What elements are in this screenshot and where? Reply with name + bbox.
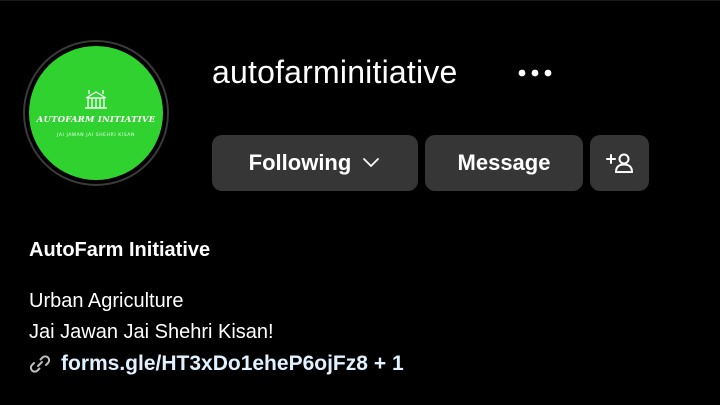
bio-link-row: forms.gle/HT3xDo1eheP6ojFz8 + 1 [29, 349, 404, 379]
message-button[interactable]: Message [425, 135, 583, 191]
avatar-logo-title: AUTOFARM INITIATIVE [36, 114, 156, 125]
profile-display-name: AutoFarm Initiative [29, 239, 211, 261]
more-options-button[interactable] [512, 58, 558, 88]
link-icon [29, 353, 51, 375]
avatar-logo-subtitle: JAI JAWAN JAI SHEHRI KISAN [57, 132, 135, 138]
bio-line: Urban Agriculture [29, 290, 184, 312]
chevron-down-icon [361, 157, 381, 169]
farm-building-icon [85, 89, 107, 109]
add-user-icon [605, 153, 633, 173]
more-horizontal-icon [518, 69, 552, 77]
bio-line: Jai Jawan Jai Shehri Kisan! [29, 321, 274, 343]
bio-link-more[interactable]: + 1 [374, 352, 404, 376]
bio-link[interactable]: forms.gle/HT3xDo1eheP6ojFz8 [61, 352, 368, 376]
profile-avatar[interactable]: AUTOFARM INITIATIVE JAI JAWAN JAI SHEHRI… [23, 40, 169, 186]
top-divider [0, 0, 720, 1]
profile-username: autofarminitiative [212, 54, 458, 90]
message-button-label: Message [457, 150, 551, 175]
following-button[interactable]: Following [212, 135, 418, 191]
add-user-button[interactable] [590, 135, 649, 191]
following-button-label: Following [248, 150, 352, 175]
avatar-logo: AUTOFARM INITIATIVE JAI JAWAN JAI SHEHRI… [29, 46, 163, 180]
